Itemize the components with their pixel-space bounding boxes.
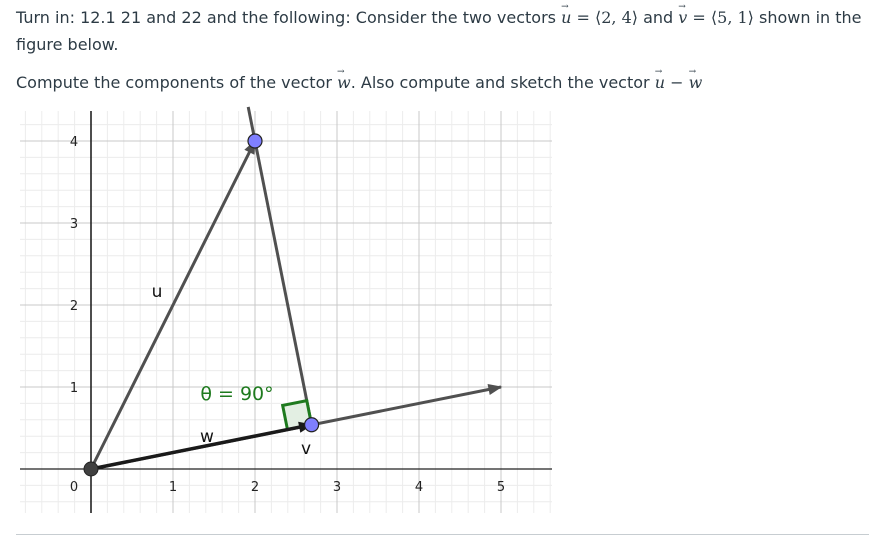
- instruction-text: and: [638, 8, 679, 27]
- vector-w-symbol: w: [689, 59, 703, 96]
- vector-v-symbol: v: [678, 0, 687, 31]
- instruction-text: Compute the components of the vector: [16, 73, 338, 92]
- instruction-text: . Also compute and sketch the vector: [350, 73, 655, 92]
- x-tick-label: 5: [497, 480, 505, 495]
- x-tick-label: 3: [333, 480, 341, 495]
- y-tick-label: 2: [70, 299, 78, 314]
- perpendicular-line: [246, 106, 314, 426]
- angle-label: θ = 90°: [200, 383, 273, 405]
- vector-v-label: v: [301, 439, 311, 459]
- vector-u-value: = ⟨2, 4⟩: [571, 8, 638, 27]
- x-tick-label: 4: [415, 480, 423, 495]
- x-tick-label: 0: [70, 480, 78, 495]
- vector-u-symbol: u: [561, 0, 571, 31]
- instruction-text: Turn in: 12.1 21 and 22 and the followin…: [16, 8, 562, 27]
- y-tick-label: 4: [70, 135, 78, 150]
- bottom-divider: [16, 534, 869, 535]
- vector-u-label: u: [152, 282, 163, 302]
- x-tick-label: 2: [251, 480, 259, 495]
- vector-w-label: w: [200, 427, 214, 447]
- math-u-minus-w: u − w: [655, 59, 703, 92]
- origin-point: [83, 461, 99, 477]
- vector-v-value: = ⟨5, 1⟩: [687, 8, 754, 27]
- math-u-equals: u = ⟨2, 4⟩: [561, 0, 638, 27]
- instruction-paragraph-1: Turn in: 12.1 21 and 22 and the followin…: [16, 0, 866, 58]
- x-tick-label: 1: [169, 480, 177, 495]
- vector-marks: u w v θ = 90°: [83, 106, 503, 477]
- minus-sign: −: [665, 73, 689, 92]
- y-tick-label: 3: [70, 217, 78, 232]
- point-w-tip: [303, 417, 320, 433]
- vector-figure: 0 1 2 3 4 5 1 2 3 4 u w v θ = 90°: [20, 106, 552, 513]
- math-v-equals: v = ⟨5, 1⟩: [678, 0, 754, 27]
- vector-u-symbol: u: [655, 59, 665, 96]
- instruction-paragraph-2: Compute the components of the vector w. …: [16, 59, 703, 96]
- vector-w-symbol: w: [337, 59, 351, 96]
- point-u-tip: [247, 133, 263, 149]
- y-tick-label: 1: [70, 381, 78, 396]
